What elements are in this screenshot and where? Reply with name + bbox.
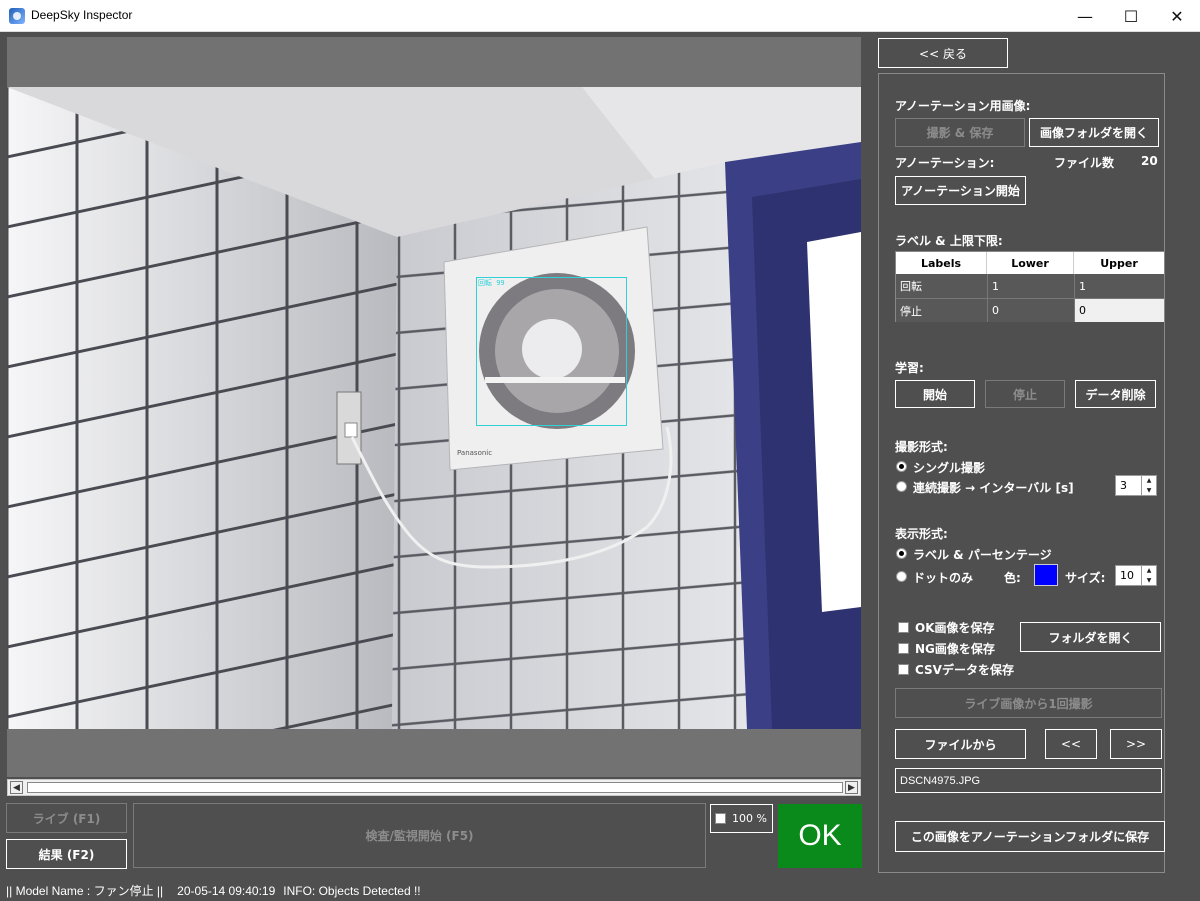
size-value: 10 bbox=[1120, 569, 1134, 582]
live-button[interactable]: ライブ (F1) bbox=[6, 803, 127, 833]
table-cell[interactable]: 1 bbox=[987, 274, 1074, 298]
from-file-button[interactable]: ファイルから bbox=[895, 729, 1026, 759]
table-header: Upper bbox=[1100, 256, 1138, 270]
size-stepper[interactable]: 10 ▲ ▼ bbox=[1115, 565, 1157, 586]
save-ok-checkbox[interactable] bbox=[898, 622, 909, 633]
back-button[interactable]: << 戻る bbox=[878, 38, 1008, 68]
minimize-button[interactable]: — bbox=[1062, 0, 1108, 32]
color-label: 色: bbox=[1004, 571, 1021, 585]
learning-heading: 学習: bbox=[895, 361, 924, 375]
start-inspection-button[interactable]: 検査/監視開始 (F5) bbox=[133, 803, 706, 868]
interval-value: 3 bbox=[1120, 479, 1127, 492]
capture-save-button[interactable]: 撮影 & 保存 bbox=[895, 118, 1025, 147]
status-timestamp: 20-05-14 09:40:19 bbox=[177, 883, 276, 898]
capture-mode-heading: 撮影形式: bbox=[895, 440, 948, 454]
save-ng-checkbox[interactable] bbox=[898, 643, 909, 654]
table-cell[interactable]: 停止 bbox=[896, 298, 987, 322]
interval-capture-radio[interactable] bbox=[896, 481, 907, 492]
save-ok-label: OK画像を保存 bbox=[915, 621, 995, 635]
zoom-checkbox[interactable] bbox=[715, 813, 726, 824]
stepper-down-icon[interactable]: ▼ bbox=[1147, 577, 1152, 584]
capture-once-button[interactable]: ライブ画像から1回撮影 bbox=[895, 688, 1162, 718]
camera-image: Panasonic 回転 99 bbox=[7, 87, 861, 729]
table-cell[interactable]: 1 bbox=[1074, 274, 1164, 298]
verdict-indicator: OK bbox=[778, 804, 862, 868]
open-folder-button[interactable]: フォルダを開く bbox=[1020, 622, 1161, 652]
next-file-button[interactable]: >> bbox=[1110, 729, 1162, 759]
svg-text:Panasonic: Panasonic bbox=[457, 449, 492, 457]
table-cell-selected[interactable]: 0 bbox=[1074, 298, 1164, 322]
save-ok-option[interactable]: OK画像を保存 bbox=[898, 619, 995, 636]
display-mode-heading: 表示形式: bbox=[895, 527, 948, 541]
scroll-left-icon[interactable]: ◀ bbox=[10, 781, 23, 794]
table-header: Labels bbox=[896, 252, 987, 274]
single-capture-label: シングル撮影 bbox=[913, 461, 986, 475]
start-annotation-button[interactable]: アノーテーション開始 bbox=[895, 176, 1026, 205]
window-title: DeepSky Inspector bbox=[31, 8, 133, 22]
interval-capture-label: 連続撮影 → インターバル [s] bbox=[913, 481, 1074, 495]
stepper-up-icon[interactable]: ▲ bbox=[1147, 477, 1152, 484]
title-bar: DeepSky Inspector — ☐ ✕ bbox=[0, 0, 1200, 32]
save-csv-option[interactable]: CSVデータを保存 bbox=[898, 661, 1014, 678]
open-image-folder-button[interactable]: 画像フォルダを開く bbox=[1029, 118, 1159, 147]
detection-box bbox=[476, 277, 627, 426]
save-ng-option[interactable]: NG画像を保存 bbox=[898, 640, 995, 657]
zoom-label: 100 % bbox=[732, 812, 767, 825]
save-csv-checkbox[interactable] bbox=[898, 664, 909, 675]
table-cell[interactable]: 0 bbox=[987, 298, 1074, 322]
save-csv-label: CSVデータを保存 bbox=[915, 663, 1014, 677]
save-to-annotation-button[interactable]: この画像をアノーテーションフォルダに保存 bbox=[895, 821, 1165, 852]
label-percent-label: ラベル & パーセンテージ bbox=[913, 548, 1052, 562]
filename-field[interactable]: DSCN4975.JPG bbox=[895, 768, 1162, 793]
scroll-thumb[interactable] bbox=[27, 782, 843, 793]
stepper-up-icon[interactable]: ▲ bbox=[1147, 567, 1152, 574]
detection-label: 回転 99 bbox=[478, 279, 505, 287]
interval-stepper[interactable]: 3 ▲ ▼ bbox=[1115, 475, 1157, 496]
app-logo-icon bbox=[9, 8, 25, 24]
single-capture-radio[interactable] bbox=[896, 461, 907, 472]
annotation-heading: アノーテーション: bbox=[895, 156, 995, 170]
dot-only-radio[interactable] bbox=[896, 571, 907, 582]
save-ng-label: NG画像を保存 bbox=[915, 642, 995, 656]
size-label: サイズ: bbox=[1065, 571, 1106, 585]
annotation-image-heading: アノーテーション用画像: bbox=[895, 99, 1031, 113]
labels-heading: ラベル & 上限下限: bbox=[895, 234, 1003, 248]
zoom-toggle[interactable]: 100 % bbox=[710, 804, 773, 833]
file-count-label: ファイル数 bbox=[1054, 156, 1115, 170]
horizontal-scrollbar[interactable]: ◀ ▶ bbox=[7, 779, 861, 796]
model-name: || Model Name : ファン停止 || bbox=[6, 884, 164, 898]
labels-table[interactable]: Labels Lower Upper 回転 1 1 停止 0 0 bbox=[895, 251, 1165, 322]
learn-start-button[interactable]: 開始 bbox=[895, 380, 975, 408]
dot-color-swatch[interactable] bbox=[1034, 564, 1058, 586]
maximize-button[interactable]: ☐ bbox=[1108, 0, 1154, 32]
stepper-down-icon[interactable]: ▼ bbox=[1147, 487, 1152, 494]
status-bar: || Model Name : ファン停止 || 20-05-14 09:40:… bbox=[0, 880, 1200, 901]
dot-only-label: ドットのみ bbox=[913, 571, 974, 585]
status-info: INFO: Objects Detected !! bbox=[283, 883, 421, 898]
data-delete-button[interactable]: データ削除 bbox=[1075, 380, 1156, 408]
table-header: Lower bbox=[987, 252, 1074, 274]
close-button[interactable]: ✕ bbox=[1154, 0, 1200, 32]
file-count-value: 20 bbox=[1141, 154, 1158, 168]
learn-stop-button[interactable]: 停止 bbox=[985, 380, 1065, 408]
scroll-right-icon[interactable]: ▶ bbox=[845, 781, 858, 794]
label-percent-radio[interactable] bbox=[896, 548, 907, 559]
image-viewport[interactable]: Panasonic 回転 99 bbox=[7, 37, 861, 777]
result-button[interactable]: 結果 (F2) bbox=[6, 839, 127, 869]
previous-file-button[interactable]: << bbox=[1045, 729, 1097, 759]
table-cell[interactable]: 回転 bbox=[896, 274, 987, 298]
